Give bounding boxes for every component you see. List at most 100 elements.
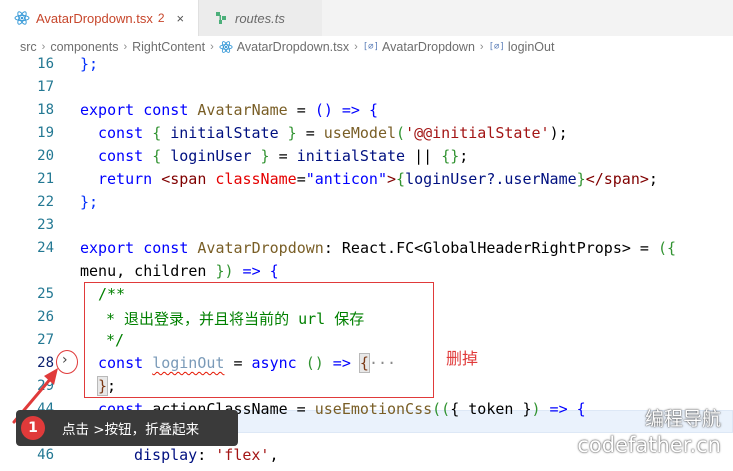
- code-token: =: [287, 101, 315, 119]
- code-token: =: [296, 170, 306, 188]
- code-line-24-wrap: menu, children }) => {: [80, 262, 279, 280]
- code-token: {: [152, 147, 171, 165]
- tab-label: routes.ts: [235, 10, 285, 26]
- line-number: 27: [37, 332, 54, 348]
- line-number: 29: [37, 378, 54, 394]
- step-number-badge: 1: [21, 416, 45, 440]
- code-token: => {: [233, 262, 279, 280]
- breadcrumb-symbol-label: AvatarDropdown: [382, 40, 475, 54]
- chevron-right-icon: ›: [41, 41, 46, 53]
- code-token: :: [197, 446, 216, 464]
- code-token: ,: [269, 446, 279, 464]
- tab-routes[interactable]: routes.ts: [198, 0, 322, 36]
- line-number: 19: [37, 125, 54, 141]
- code-token: {: [152, 124, 171, 142]
- code-line-22: };: [80, 193, 98, 211]
- code-line-16: };: [80, 55, 98, 73]
- code-token: =: [296, 124, 324, 142]
- code-token: </span>: [585, 170, 649, 188]
- branch-file-icon: [213, 10, 229, 26]
- code-token: const: [98, 124, 144, 142]
- tab-avatar-dropdown[interactable]: AvatarDropdown.tsx 2 ×: [0, 0, 198, 36]
- breadcrumb-item-components[interactable]: components: [50, 40, 118, 54]
- code-token: ||: [405, 147, 442, 165]
- code-token: AvatarDropdown: [197, 239, 324, 257]
- code-token: ;: [459, 147, 469, 165]
- code-token: return: [98, 170, 153, 188]
- code-token: {: [396, 170, 406, 188]
- line-number: 46: [37, 447, 54, 463]
- delete-annotation-label: 删掉: [446, 349, 479, 368]
- breadcrumb-item-rightcontent[interactable]: RightContent: [132, 40, 205, 54]
- code-token: menu, children: [80, 262, 207, 280]
- code-token: '@@initialState': [405, 124, 550, 142]
- code-token: const: [143, 101, 189, 119]
- code-token: () => {: [314, 101, 379, 119]
- code-token: ;: [648, 170, 658, 188]
- breadcrumb-file-label: AvatarDropdown.tsx: [236, 40, 350, 54]
- code-token: useEmotionCss: [314, 400, 433, 418]
- code-token: => {: [540, 400, 586, 418]
- code-line-46: display: 'flex',: [134, 446, 279, 464]
- close-tab-button[interactable]: ×: [177, 11, 185, 26]
- code-token: const: [98, 147, 144, 165]
- code-token: }: [251, 147, 270, 165]
- code-token: loginUser?.userName: [405, 170, 577, 188]
- problem-count-badge: 2: [157, 11, 165, 25]
- code-token: ): [531, 400, 541, 418]
- code-token: 'flex': [215, 446, 270, 464]
- code-token: const: [143, 239, 189, 257]
- code-token: >: [387, 170, 397, 188]
- code-token: loginUser: [170, 147, 252, 165]
- watermark-title: 编程导航: [644, 408, 721, 430]
- line-number: 28: [37, 355, 54, 371]
- line-number: 20: [37, 148, 54, 164]
- line-number: 22: [37, 194, 54, 210]
- code-token: display: [134, 446, 198, 464]
- code-token: export: [80, 101, 135, 119]
- tooltip: 点击 >按钮，折叠起来: [16, 410, 238, 446]
- line-number: 24: [37, 240, 54, 256]
- code-token: ({: [657, 239, 677, 257]
- code-token: :: [323, 239, 342, 257]
- code-token: className: [215, 170, 297, 188]
- symbol-variable-icon: [∅]: [362, 42, 380, 52]
- code-token: AvatarName: [197, 101, 288, 119]
- chevron-right-icon: ›: [123, 41, 128, 53]
- line-number: 16: [37, 56, 54, 72]
- code-token: {}: [441, 147, 460, 165]
- code-token: =: [269, 147, 297, 165]
- code-token: }): [206, 262, 234, 280]
- tab-label: AvatarDropdown.tsx: [36, 10, 153, 26]
- code-token: };: [80, 55, 99, 73]
- code-token: );: [549, 124, 568, 142]
- code-token: initialState: [296, 147, 406, 165]
- code-token: =: [287, 400, 315, 418]
- breadcrumb-item-loginout[interactable]: [∅] loginOut: [489, 40, 555, 54]
- code-token: =: [630, 239, 658, 257]
- code-token: export: [80, 239, 135, 257]
- chevron-right-icon: ›: [210, 41, 214, 53]
- code-token: useModel: [323, 124, 397, 142]
- code-line-18: export const AvatarName = () => {: [80, 101, 378, 119]
- line-number: 18: [37, 102, 54, 118]
- tab-bar: AvatarDropdown.tsx 2 × routes.ts: [0, 0, 733, 36]
- chevron-right-icon: ›: [354, 41, 358, 53]
- code-token: };: [80, 193, 99, 211]
- code-line-21: return <span className="anticon">{loginU…: [98, 170, 658, 188]
- code-token: "anticon": [305, 170, 387, 188]
- watermark-url: codefather.cn: [577, 433, 721, 457]
- breadcrumb-item-src[interactable]: src: [20, 40, 37, 54]
- line-number: 25: [37, 286, 54, 302]
- fold-chevron-icon[interactable]: ›: [62, 352, 68, 368]
- code-line-19: const { initialState } = useModel('@@ini…: [98, 124, 568, 142]
- breadcrumb-symbol-label: loginOut: [507, 40, 555, 54]
- breadcrumb-item-avatardropdown[interactable]: [∅] AvatarDropdown: [363, 40, 475, 54]
- line-number: 17: [37, 79, 54, 95]
- code-token: }: [576, 170, 586, 188]
- breadcrumb-item-file[interactable]: AvatarDropdown.tsx: [219, 40, 349, 54]
- line-number: 23: [37, 217, 54, 233]
- code-line-20: const { loginUser } = initialState || {}…: [98, 147, 468, 165]
- react-icon: [14, 10, 30, 26]
- delete-region-highlight: [84, 282, 434, 398]
